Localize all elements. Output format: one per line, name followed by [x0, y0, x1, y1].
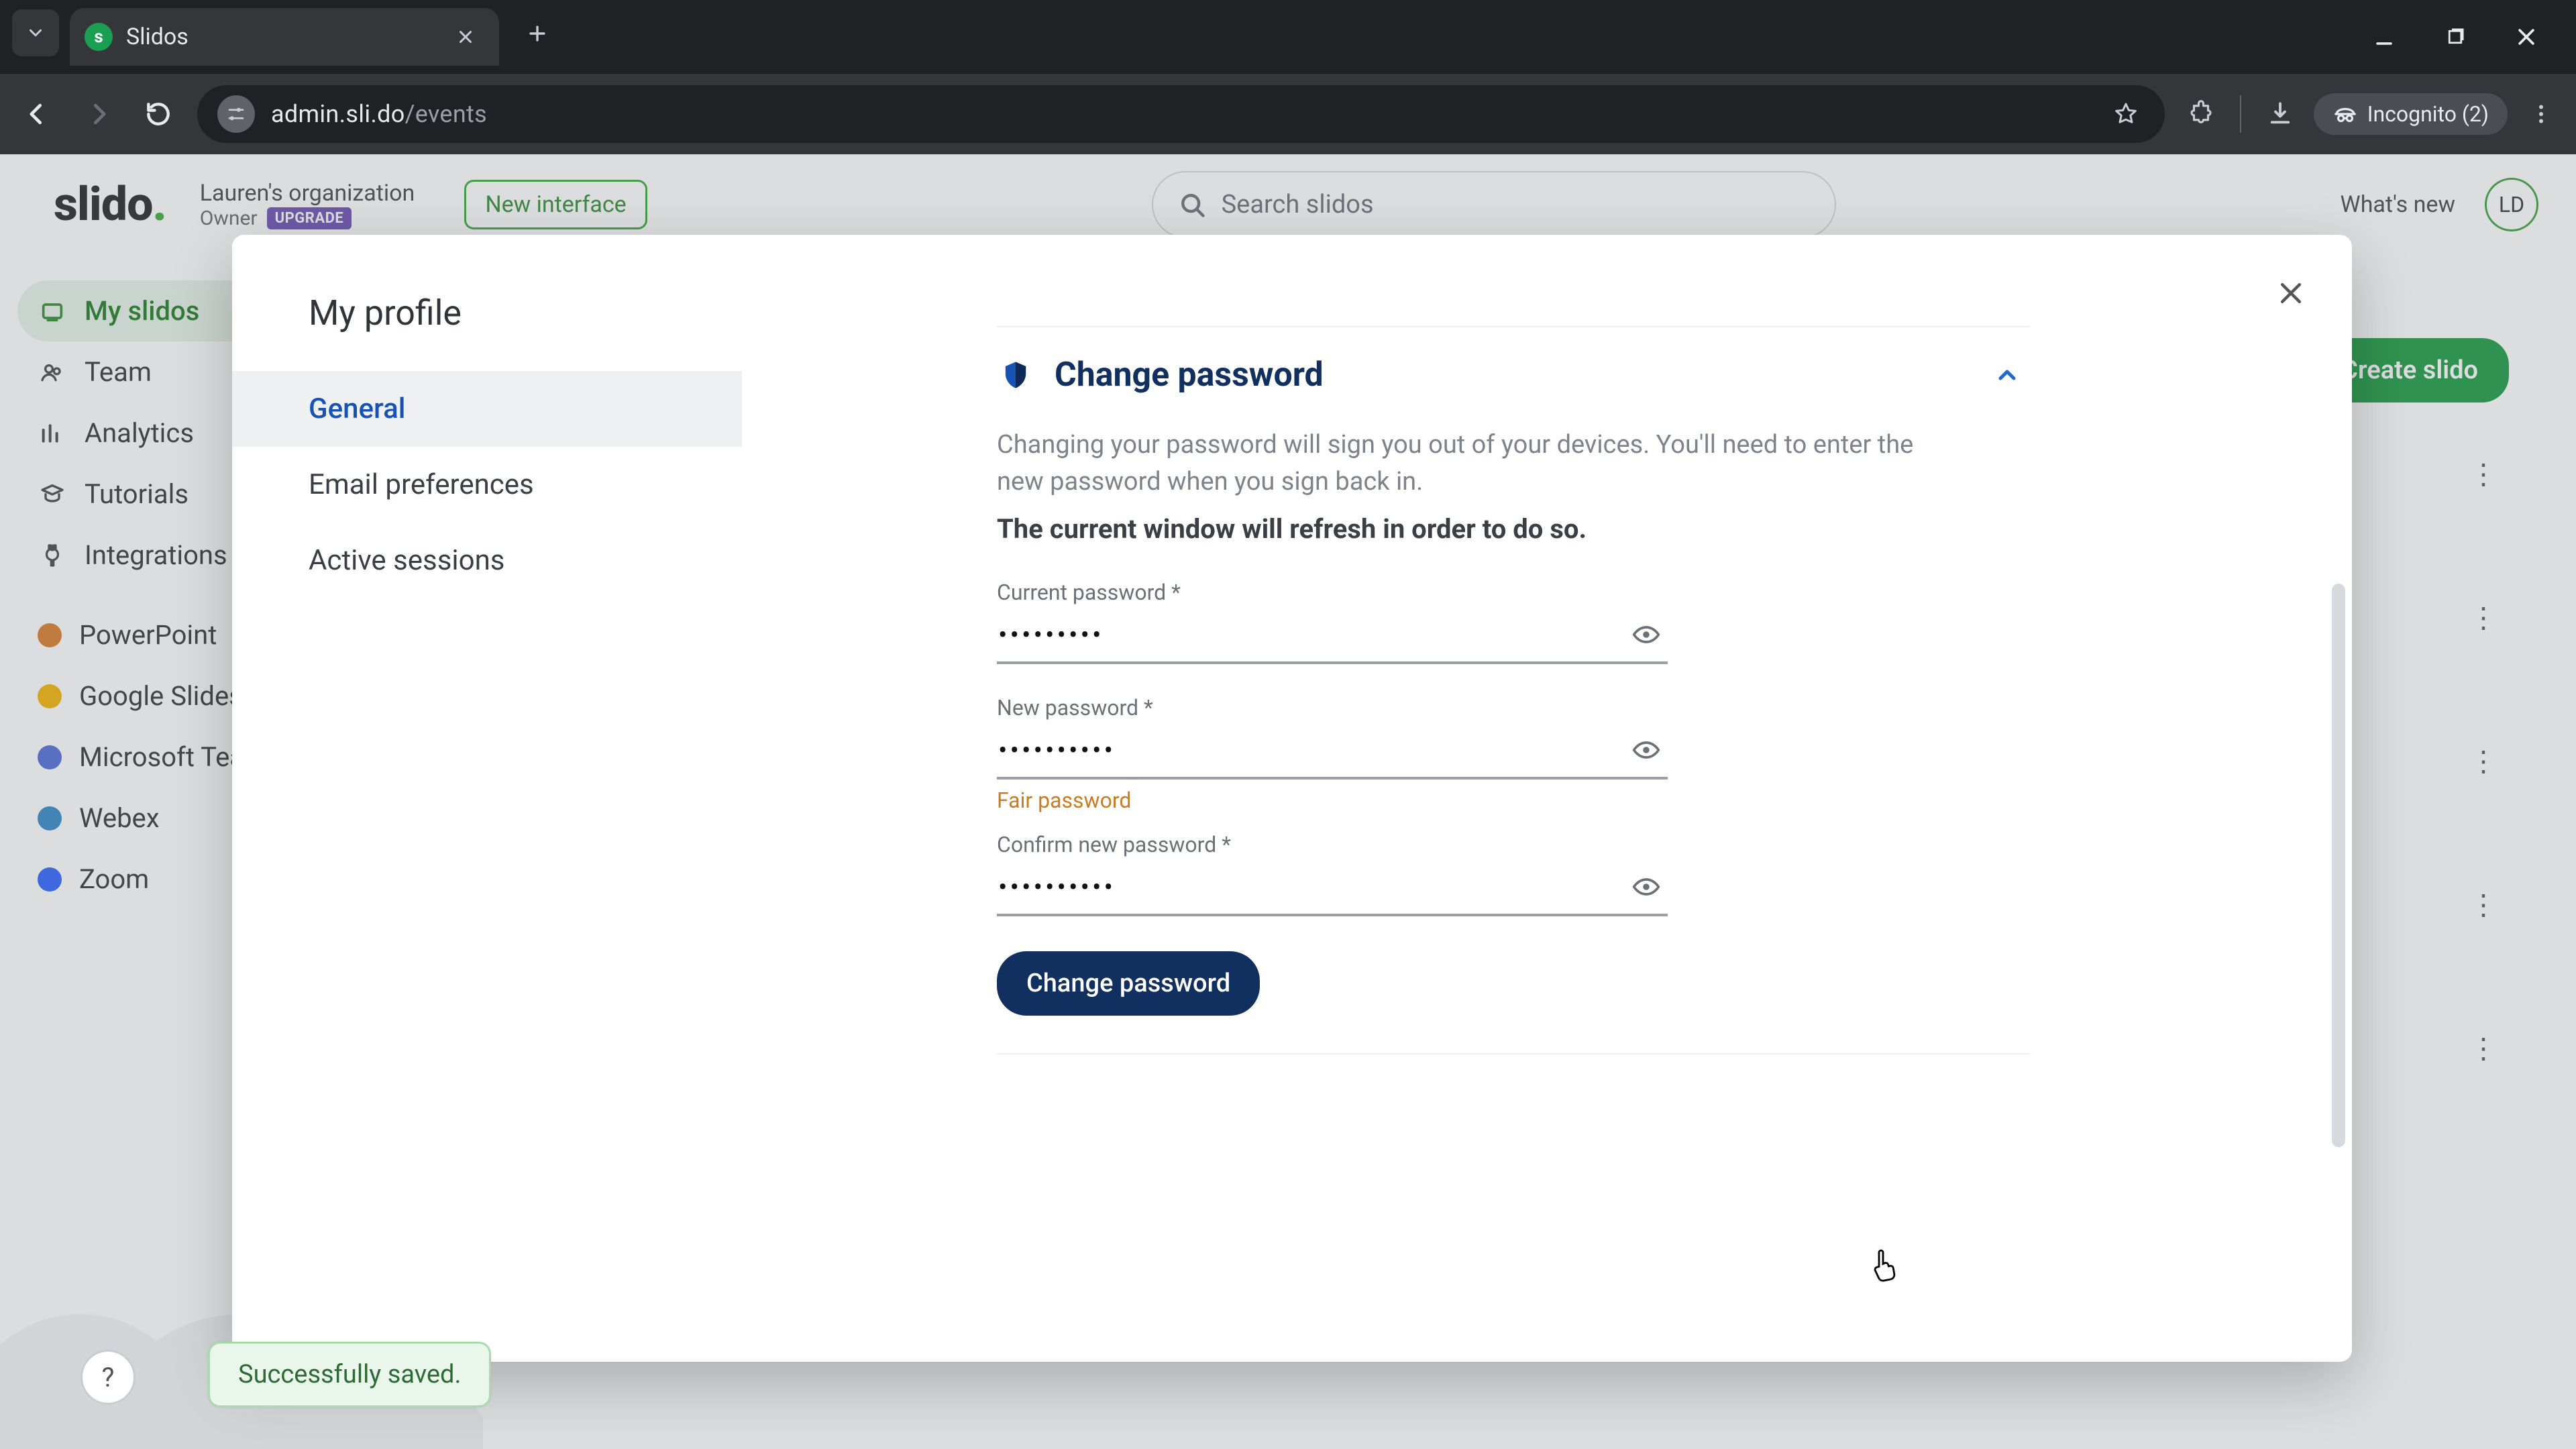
- eye-icon: [1631, 872, 1661, 902]
- download-icon: [2266, 100, 2294, 128]
- incognito-label: Incognito (2): [2367, 101, 2489, 127]
- field-label: New password *: [997, 695, 1668, 720]
- modal-nav-email-preferences[interactable]: Email preferences: [232, 447, 742, 523]
- nav-forward-button[interactable]: [76, 93, 119, 136]
- app-viewport: slido. Lauren's organization Owner UPGRA…: [0, 154, 2576, 1449]
- browser-tabstrip: s Slidos: [0, 0, 2576, 74]
- current-password-field: Current password *: [997, 580, 1668, 664]
- change-password-panel: Change password Changing your password w…: [997, 326, 2030, 1055]
- tab-favicon: s: [85, 23, 113, 51]
- help-button[interactable]: ?: [80, 1350, 136, 1405]
- toggle-visibility-button[interactable]: [1629, 733, 1664, 767]
- browser-tab[interactable]: s Slidos: [70, 8, 499, 66]
- url-path: /events: [405, 100, 487, 128]
- success-toast: Successfully saved.: [208, 1342, 491, 1407]
- downloads-button[interactable]: [2261, 95, 2299, 133]
- panel-info-text: Changing your password will sign you out…: [997, 427, 1936, 500]
- confirm-password-input[interactable]: [998, 871, 1615, 903]
- star-icon: [2112, 101, 2139, 127]
- toolbar-divider: [2240, 95, 2241, 133]
- reload-icon: [144, 99, 173, 129]
- new-tab-button[interactable]: [515, 11, 559, 56]
- nav-back-button[interactable]: [16, 93, 59, 136]
- bookmark-button[interactable]: [2107, 95, 2145, 133]
- field-label: Current password *: [997, 580, 1668, 605]
- eye-icon: [1631, 735, 1661, 765]
- site-info-button[interactable]: [217, 95, 255, 133]
- incognito-icon: [2332, 101, 2358, 127]
- new-password-field: New password * Fair password: [997, 695, 1668, 813]
- cursor-icon: [1869, 1248, 1901, 1285]
- incognito-indicator[interactable]: Incognito (2): [2314, 93, 2508, 135]
- password-strength: Fair password: [997, 788, 1668, 813]
- panel-collapse-button[interactable]: [1988, 356, 2026, 394]
- close-icon: [455, 27, 476, 47]
- chevron-up-icon: [1994, 362, 2021, 388]
- maximize-icon: [2445, 27, 2465, 47]
- window-controls: [2368, 0, 2568, 74]
- panel-title: Change password: [1055, 356, 1968, 394]
- modal-content: Change password Changing your password w…: [742, 235, 2352, 1362]
- profile-modal: My profile General Email preferences Act…: [232, 235, 2352, 1362]
- window-minimize-button[interactable]: [2368, 21, 2400, 53]
- nav-reload-button[interactable]: [137, 93, 180, 136]
- window-close-button[interactable]: [2510, 21, 2542, 53]
- address-bar[interactable]: admin.sli.do/events: [197, 85, 2165, 143]
- eye-icon: [1631, 620, 1661, 649]
- arrow-left-icon: [23, 99, 52, 129]
- modal-nav-general[interactable]: General: [232, 371, 742, 447]
- tab-close-button[interactable]: [451, 22, 480, 52]
- minimize-icon: [2373, 25, 2396, 48]
- modal-title: My profile: [232, 292, 742, 371]
- url-host: admin.sli.do: [271, 100, 405, 128]
- plus-icon: [526, 22, 549, 45]
- puzzle-icon: [2187, 100, 2215, 128]
- shield-icon: [997, 356, 1034, 394]
- tabs-dropdown-button[interactable]: [12, 9, 59, 56]
- current-password-input[interactable]: [998, 619, 1615, 651]
- confirm-password-field: Confirm new password *: [997, 832, 1668, 916]
- modal-sidebar: My profile General Email preferences Act…: [232, 235, 742, 1362]
- modal-nav-active-sessions[interactable]: Active sessions: [232, 523, 742, 598]
- panel-info-strong: The current window will refresh in order…: [997, 510, 1936, 549]
- kebab-icon: [2529, 102, 2553, 126]
- tune-icon: [226, 104, 246, 124]
- toggle-visibility-button[interactable]: [1629, 617, 1664, 652]
- arrow-right-icon: [83, 99, 113, 129]
- tab-title: Slidos: [126, 23, 437, 50]
- panel-header[interactable]: Change password: [997, 327, 2030, 423]
- toggle-visibility-button[interactable]: [1629, 869, 1664, 904]
- extensions-button[interactable]: [2182, 95, 2220, 133]
- browser-toolbar: admin.sli.do/events Incognito (2): [0, 74, 2576, 154]
- address-bar-url: admin.sli.do/events: [271, 100, 487, 128]
- chevron-down-icon: [25, 23, 46, 43]
- field-label: Confirm new password *: [997, 832, 1668, 857]
- close-icon: [2515, 25, 2538, 48]
- window-maximize-button[interactable]: [2439, 21, 2471, 53]
- change-password-button[interactable]: Change password: [997, 951, 1260, 1016]
- browser-menu-button[interactable]: [2522, 95, 2560, 133]
- new-password-input[interactable]: [998, 735, 1615, 766]
- modal-scrollbar[interactable]: [2332, 584, 2345, 1147]
